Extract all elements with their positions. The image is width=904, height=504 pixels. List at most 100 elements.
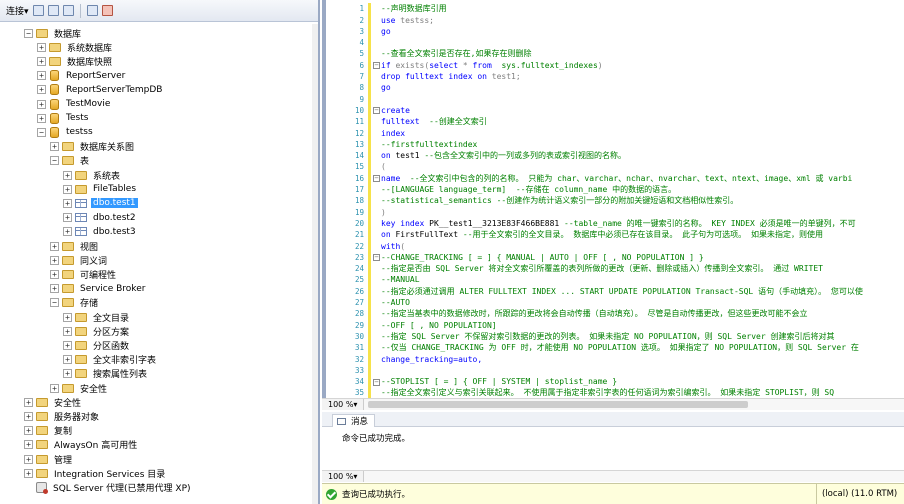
expand-toggle-icon[interactable]: + bbox=[24, 426, 33, 436]
expand-toggle-icon[interactable]: + bbox=[37, 99, 46, 109]
code-line[interactable]: 30 --指定 SQL Server 不保留对索引数据的更改的列表。 如果未指定 … bbox=[326, 330, 904, 343]
expand-toggle-icon[interactable]: + bbox=[37, 42, 46, 52]
editor-horizontal-scrollbar[interactable] bbox=[364, 399, 904, 410]
tree-node[interactable]: + 系统表 bbox=[63, 168, 122, 182]
tree-node[interactable]: + 安全性 bbox=[24, 395, 83, 409]
code-line[interactable]: 15 ( bbox=[326, 161, 904, 173]
code-line[interactable]: 17 --[LANGUAGE language_term] --存储在 colum… bbox=[326, 183, 904, 196]
collapse-toggle-icon[interactable]: − bbox=[24, 28, 33, 38]
expand-toggle-icon[interactable]: + bbox=[24, 454, 33, 464]
code-line[interactable]: 5 --查看全文索引是否存在,如果存在则删除 bbox=[326, 48, 904, 60]
tree-node[interactable]: + 全文目录 bbox=[63, 310, 131, 324]
expand-toggle-icon[interactable]: + bbox=[37, 71, 46, 81]
expand-toggle-icon[interactable]: + bbox=[50, 142, 59, 152]
collapse-region-icon[interactable]: − bbox=[373, 175, 380, 183]
tree-node[interactable]: + 复制 bbox=[24, 424, 74, 438]
code-line[interactable]: 27 --AUTO bbox=[326, 296, 904, 309]
expand-toggle-icon[interactable]: + bbox=[50, 269, 59, 279]
fold-toggle[interactable]: − bbox=[373, 61, 381, 70]
code-line[interactable]: 23 − --CHANGE_TRACKING [ = ] { MANUAL | AU… bbox=[326, 251, 904, 264]
tree-node[interactable]: + 管理 bbox=[24, 452, 74, 466]
tree-node[interactable]: + 服务器对象 bbox=[24, 409, 101, 423]
code-line[interactable]: 22 with( bbox=[326, 240, 904, 252]
fold-toggle[interactable]: − bbox=[373, 378, 381, 386]
expand-toggle-icon[interactable]: + bbox=[37, 56, 46, 66]
tree-node[interactable]: + 系统数据库 bbox=[37, 40, 114, 54]
code-line[interactable]: 3 go bbox=[326, 25, 904, 38]
code-line[interactable]: 19) bbox=[326, 206, 904, 218]
tree-node[interactable]: SQL Server 代理(已禁用代理 XP) bbox=[24, 480, 193, 494]
expand-toggle-icon[interactable]: + bbox=[63, 170, 72, 180]
tree-node[interactable]: + Integration Services 目录 bbox=[24, 466, 167, 480]
tree-node[interactable]: + 安全性 bbox=[50, 381, 109, 395]
disconnect-icon[interactable] bbox=[47, 5, 59, 16]
fold-toggle[interactable]: − bbox=[373, 174, 381, 183]
code-line[interactable]: 31 --仅当 CHANGE_TRACKING 为 OFF 时，才能使用 NO P… bbox=[326, 342, 904, 354]
messages-zoom-select[interactable]: 100 % ▾ bbox=[322, 471, 364, 482]
expand-toggle-icon[interactable]: + bbox=[63, 213, 72, 223]
tree-node[interactable]: + 分区函数 bbox=[63, 338, 131, 352]
code-line[interactable]: 26 --指定必须通过调用 ALTER FULLTEXT INDEX ... ST… bbox=[326, 285, 904, 297]
code-line[interactable]: 33 bbox=[326, 364, 904, 377]
expand-toggle-icon[interactable]: + bbox=[50, 255, 59, 265]
tree-node[interactable]: − testss bbox=[37, 125, 95, 139]
expand-toggle-icon[interactable]: + bbox=[50, 383, 59, 393]
tree-node[interactable]: + 数据库关系图 bbox=[50, 140, 136, 154]
collapse-region-icon[interactable]: − bbox=[373, 107, 380, 115]
fold-toggle[interactable]: − bbox=[373, 253, 381, 262]
tree-node[interactable]: + dbo.test3 bbox=[63, 225, 138, 239]
collapse-toggle-icon[interactable]: − bbox=[37, 127, 46, 137]
tab-messages[interactable]: 消息 bbox=[332, 414, 376, 427]
code-line[interactable]: 20 key index PK__test1__3213E83F466BE881 … bbox=[326, 217, 904, 230]
code-line[interactable]: 14 on test1 --包含全文索引中的一列或多列的表或索引视图的名称。 bbox=[326, 149, 904, 162]
code-line[interactable]: 9 bbox=[326, 93, 904, 105]
tree-node[interactable]: + FileTables bbox=[63, 182, 138, 196]
code-line[interactable]: 35 --指定全文索引定义与索引关联起来。 不使用属于指定非索引字表的任何语词为索… bbox=[326, 387, 904, 398]
code-line[interactable]: 6− if exists(select * from sys.fulltext_i… bbox=[326, 59, 904, 71]
tree-node[interactable]: + 搜索属性列表 bbox=[63, 367, 149, 381]
expand-toggle-icon[interactable]: + bbox=[63, 184, 72, 194]
stop-icon[interactable] bbox=[62, 5, 74, 16]
expand-toggle-icon[interactable]: + bbox=[63, 355, 72, 365]
expand-toggle-icon[interactable]: + bbox=[50, 241, 59, 251]
code-line[interactable]: 32 change_tracking=auto, bbox=[326, 353, 904, 365]
code-line[interactable]: 24 --指定是否由 SQL Server 将对全文索引所覆盖的表列所做的更改（更… bbox=[326, 262, 904, 275]
tree-node[interactable]: + 同义词 bbox=[50, 253, 109, 267]
code-line[interactable]: 29 --OFF [ , NO POPULATION] bbox=[326, 319, 904, 331]
tree-node[interactable]: + 分区方案 bbox=[63, 324, 131, 338]
connect-icon[interactable] bbox=[32, 5, 44, 16]
fold-toggle[interactable]: − bbox=[373, 106, 381, 115]
expand-toggle-icon[interactable]: + bbox=[24, 411, 33, 421]
tree-node[interactable]: + 数据库快照 bbox=[37, 54, 114, 68]
object-explorer-scrollbar[interactable] bbox=[312, 24, 318, 504]
code-line[interactable]: 8 go bbox=[326, 82, 904, 94]
code-line[interactable]: 10 − create bbox=[326, 104, 904, 117]
code-line[interactable]: 25 --MANUAL bbox=[326, 274, 904, 286]
expand-toggle-icon[interactable]: + bbox=[63, 369, 72, 379]
code-line[interactable]: 28 --指定当基表中的数据修改时，所跟踪的更改将会自动传播（自动填充）。 尽管是… bbox=[326, 308, 904, 320]
code-line[interactable]: 7 drop fulltext index on test1; bbox=[326, 70, 904, 83]
collapse-region-icon[interactable]: − bbox=[373, 254, 380, 262]
tree-node[interactable]: + Tests bbox=[37, 111, 90, 125]
tree-node[interactable]: + AlwaysOn 高可用性 bbox=[24, 438, 139, 452]
tree-node[interactable]: − 存储 bbox=[50, 296, 100, 310]
expand-toggle-icon[interactable]: + bbox=[24, 440, 33, 450]
code-line[interactable]: 2 use testss; bbox=[326, 14, 904, 26]
messages-horizontal-scrollbar[interactable] bbox=[364, 471, 904, 482]
connect-button[interactable]: 连接▾ bbox=[6, 4, 29, 17]
expand-toggle-icon[interactable]: + bbox=[63, 312, 72, 322]
code-line[interactable]: 11 fulltext --创建全文索引 bbox=[326, 116, 904, 128]
tree-node[interactable]: + dbo.test2 bbox=[63, 211, 138, 225]
code-line[interactable]: 4 bbox=[326, 36, 904, 49]
expand-toggle-icon[interactable]: + bbox=[24, 397, 33, 407]
expand-toggle-icon[interactable]: + bbox=[37, 113, 46, 123]
tree-node[interactable]: − 数据库 bbox=[24, 26, 83, 40]
expand-toggle-icon[interactable]: + bbox=[63, 227, 72, 237]
code-line[interactable]: 13 --firstfulltextindex bbox=[326, 138, 904, 151]
code-line[interactable]: 16 − name --全文索引中包含的列的名称。 只能为 char、varchar… bbox=[326, 172, 904, 184]
code-line[interactable]: 18 --statistical_semantics --创建作为统计语义索引一部… bbox=[326, 195, 904, 207]
tree-node[interactable]: + ReportServer bbox=[37, 69, 127, 83]
tree-node[interactable]: + Service Broker bbox=[50, 282, 147, 296]
code-line[interactable]: 1 --声明数据库引用 bbox=[326, 3, 904, 15]
tree-node[interactable]: + 全文非索引字表 bbox=[63, 353, 158, 367]
